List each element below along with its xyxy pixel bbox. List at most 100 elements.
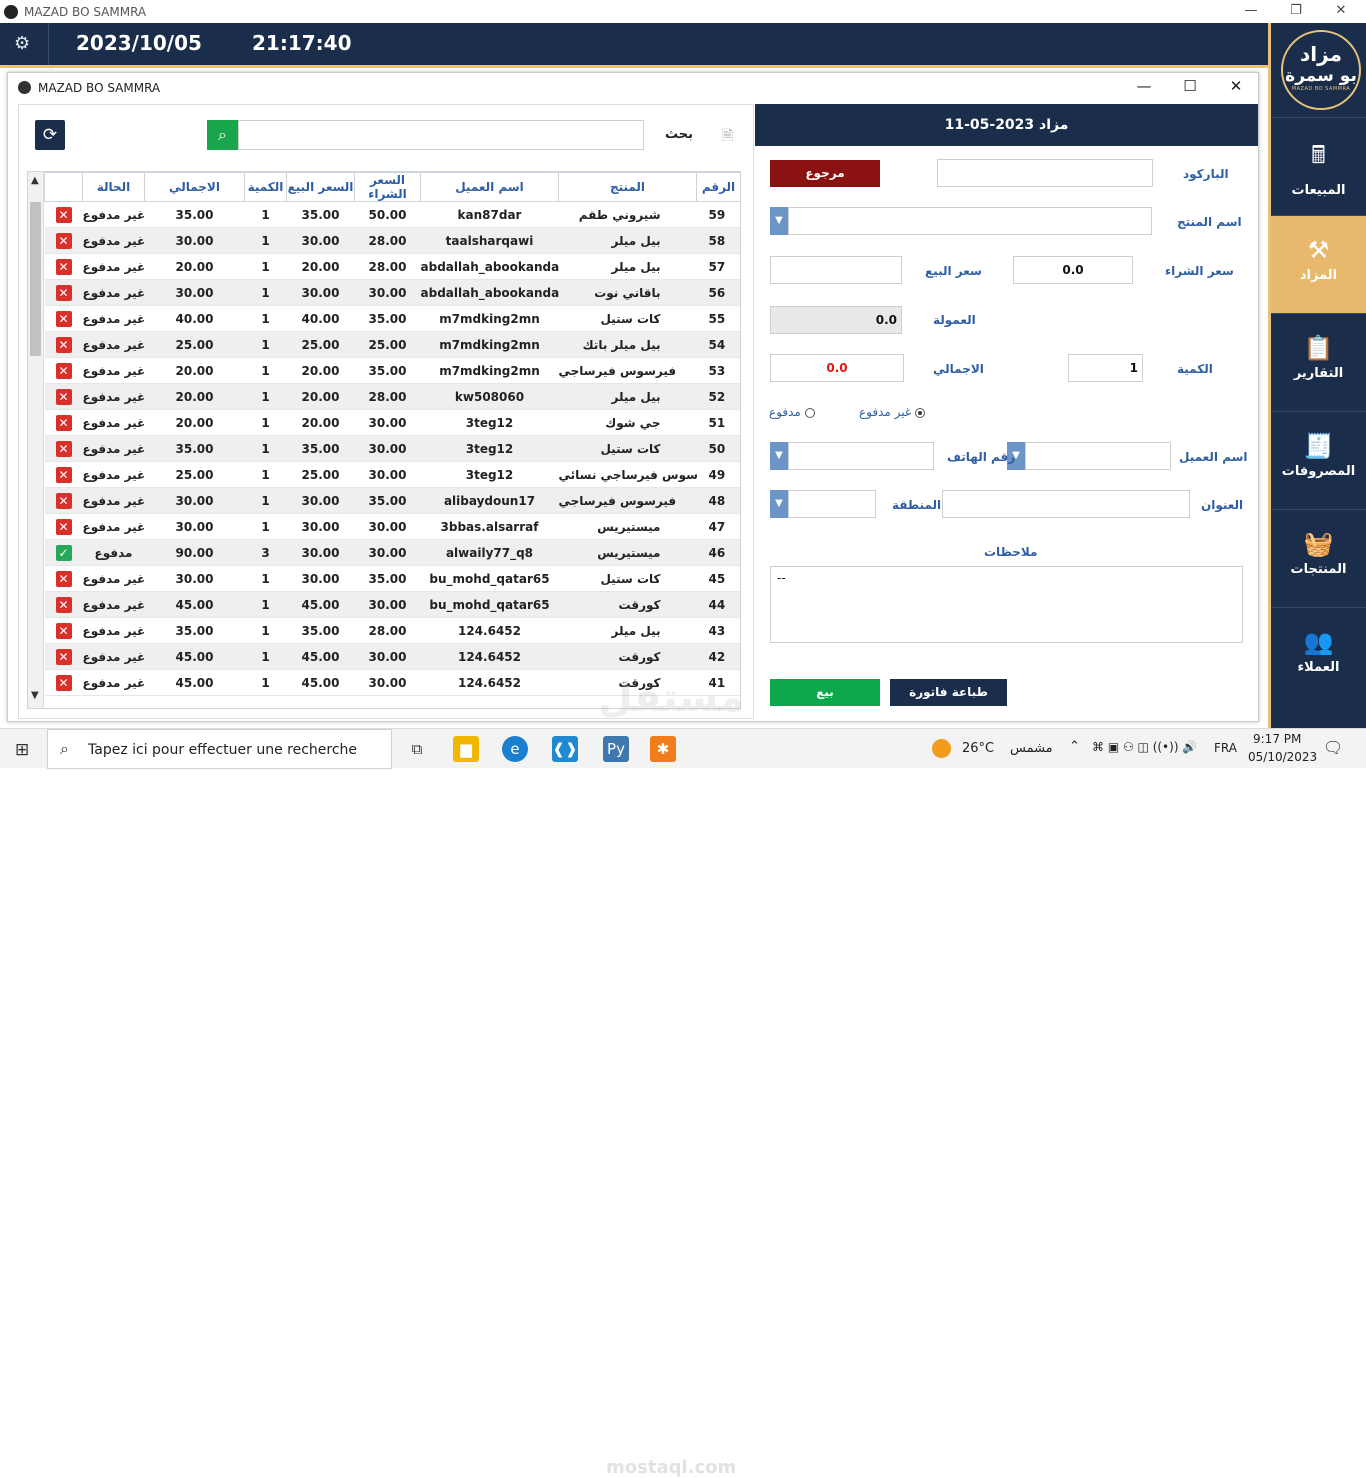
show-hidden-icons-chevron-icon[interactable]: ⌃ bbox=[1069, 739, 1080, 754]
column-header-customer[interactable]: اسم العميل bbox=[420, 172, 559, 202]
nav-item-0[interactable]: 🖩 المبيعات bbox=[1271, 117, 1366, 215]
return-button[interactable]: مرجوع bbox=[770, 160, 880, 187]
dialog-close-icon[interactable]: ✕ bbox=[1214, 77, 1258, 95]
table-scrollbar[interactable]: ▲ ▼ bbox=[28, 172, 44, 708]
column-header-number[interactable]: الرقم bbox=[696, 172, 740, 202]
unpaid-x-icon[interactable]: ✕ bbox=[55, 388, 72, 405]
column-header-sell-price[interactable]: السعر البيع bbox=[286, 172, 355, 202]
dialog-maximize-icon[interactable]: ☐ bbox=[1168, 77, 1212, 95]
table-row[interactable]: ✕ غير مدفوع 30.00 1 30.00 35.00 bu_mohd_qatar6… bbox=[44, 565, 740, 592]
phone-select[interactable] bbox=[788, 442, 934, 470]
column-header-product[interactable]: المنتج bbox=[558, 172, 697, 202]
product-select[interactable] bbox=[788, 207, 1152, 235]
unpaid-x-icon[interactable]: ✕ bbox=[55, 674, 72, 691]
unpaid-x-icon[interactable]: ✕ bbox=[55, 648, 72, 665]
search-button[interactable]: ⌕ bbox=[207, 120, 238, 150]
taskbar-search[interactable]: ⌕ Tapez ici pour effectuer une recherche bbox=[47, 729, 392, 769]
restore-icon[interactable]: ❐ bbox=[1273, 0, 1319, 23]
paid-check-icon[interactable]: ✓ bbox=[55, 544, 72, 561]
unpaid-x-icon[interactable]: ✕ bbox=[55, 258, 72, 275]
language-indicator[interactable]: FRA bbox=[1214, 741, 1237, 755]
table-row[interactable]: ✕ غير مدفوع 45.00 1 45.00 30.00 bu_mohd_qatar6… bbox=[44, 591, 740, 618]
column-header-qty[interactable]: الكمية bbox=[244, 172, 287, 202]
scroll-up-icon[interactable]: ▲ bbox=[31, 175, 39, 186]
search-input[interactable] bbox=[238, 120, 644, 150]
sell-button[interactable]: بيع bbox=[770, 679, 880, 706]
weather-temp[interactable]: 26°C bbox=[962, 741, 994, 756]
nav-item-2[interactable]: 📋 التقارير bbox=[1271, 313, 1366, 411]
table-row[interactable]: ✕ غير مدفوع 30.00 1 30.00 30.00 abdallah_abook… bbox=[44, 279, 740, 306]
unpaid-x-icon[interactable]: ✕ bbox=[55, 362, 72, 379]
clock-date[interactable]: 05/10/2023 bbox=[1248, 750, 1317, 764]
unpaid-x-icon[interactable]: ✕ bbox=[55, 310, 72, 327]
nav-item-5[interactable]: 👥 العملاء bbox=[1271, 607, 1366, 705]
table-row[interactable]: ✕ غير مدفوع 40.00 1 40.00 35.00 m7mdking2mn كات… bbox=[44, 305, 740, 332]
nav-item-4[interactable]: 🧺 المنتجات bbox=[1271, 509, 1366, 607]
unpaid-x-icon[interactable]: ✕ bbox=[55, 492, 72, 509]
buy-price-input[interactable] bbox=[1013, 256, 1133, 284]
unpaid-x-icon[interactable]: ✕ bbox=[55, 284, 72, 301]
unpaid-x-icon[interactable]: ✕ bbox=[55, 518, 72, 535]
qty-input[interactable] bbox=[1068, 354, 1143, 382]
scroll-thumb[interactable] bbox=[30, 202, 41, 356]
table-row[interactable]: ✕ غير مدفوع 25.00 1 25.00 25.00 m7mdking2mn بيل… bbox=[44, 331, 740, 358]
notes-textarea[interactable]: -- bbox=[770, 566, 1243, 643]
address-input[interactable] bbox=[942, 490, 1190, 518]
table-row[interactable]: ✕ غير مدفوع 20.00 1 20.00 28.00 abdallah_abook… bbox=[44, 253, 740, 280]
radio-paid-dot[interactable] bbox=[804, 407, 815, 418]
close-icon[interactable]: ✕ bbox=[1318, 0, 1364, 23]
column-header-total[interactable]: الاجمالي bbox=[144, 172, 245, 202]
unpaid-x-icon[interactable]: ✕ bbox=[55, 232, 72, 249]
table-row[interactable]: ✕ غير مدفوع 20.00 1 20.00 28.00 kw508060 بيل مي… bbox=[44, 383, 740, 410]
unpaid-x-icon[interactable]: ✕ bbox=[55, 440, 72, 457]
python-icon[interactable]: Py bbox=[603, 736, 629, 762]
region-dropdown-arrow[interactable]: ▼ bbox=[770, 490, 788, 518]
sell-price-input[interactable] bbox=[770, 256, 902, 284]
table-row[interactable]: ✕ غير مدفوع 35.00 1 35.00 30.00 3teg12 كات ستيل… bbox=[44, 435, 740, 462]
table-row[interactable]: ✕ غير مدفوع 30.00 1 30.00 35.00 alibaydoun17 في… bbox=[44, 487, 740, 514]
vscode-icon[interactable]: ❰❱ bbox=[552, 736, 578, 762]
table-row[interactable]: ✓ مدفوع 90.00 3 30.00 30.00 alwaily77_q8 ميستير… bbox=[44, 539, 740, 566]
nav-item-3[interactable]: 🧾 المصروفات bbox=[1271, 411, 1366, 509]
unpaid-x-icon[interactable]: ✕ bbox=[55, 570, 72, 587]
table-row[interactable]: ✕غير مدفوع25.00125.0030.003teg12فيرسوس ف… bbox=[44, 461, 740, 488]
clock-time[interactable]: 9:17 PM bbox=[1253, 732, 1301, 746]
table-row[interactable]: ✕ غير مدفوع 20.00 1 20.00 35.00 m7mdking2mn فير… bbox=[44, 357, 740, 384]
minimize-icon[interactable]: — bbox=[1228, 0, 1274, 23]
product-dropdown-arrow[interactable]: ▼ bbox=[770, 207, 788, 235]
unpaid-x-icon[interactable]: ✕ bbox=[55, 206, 72, 223]
print-invoice-button[interactable]: طباعة فاتورة bbox=[890, 679, 1007, 706]
dialog-minimize-icon[interactable]: — bbox=[1122, 77, 1166, 95]
nav-item-1[interactable]: ⚒ المزاد bbox=[1271, 215, 1366, 313]
region-select[interactable] bbox=[788, 490, 876, 518]
refresh-button[interactable]: ⟳ bbox=[35, 120, 65, 150]
table-row[interactable]: ✕ غير مدفوع 35.00 1 35.00 50.00 kan87dar شيروني… bbox=[44, 201, 740, 228]
phone-dropdown-arrow[interactable]: ▼ bbox=[770, 442, 788, 470]
notification-icon[interactable]: 🗨 bbox=[1323, 738, 1343, 757]
column-header-status[interactable]: الحالة bbox=[82, 172, 145, 202]
unpaid-x-icon[interactable]: ✕ bbox=[55, 336, 72, 353]
table-row[interactable]: ✕ غير مدفوع 30.00 1 30.00 28.00 taalsharqawi بي… bbox=[44, 227, 740, 254]
scroll-down-icon[interactable]: ▼ bbox=[31, 690, 39, 701]
unpaid-x-icon[interactable]: ✕ bbox=[55, 596, 72, 613]
tray-app-icons[interactable]: ⌘ ▣ ⚇ ◫ ((•)) 🔊 bbox=[1092, 740, 1197, 754]
radio-unpaid[interactable]: غير مدفوع bbox=[859, 405, 926, 419]
radio-paid[interactable]: مدفوع bbox=[769, 405, 815, 419]
customer-select[interactable] bbox=[1025, 442, 1171, 470]
table-row[interactable]: ✕ غير مدفوع 30.00 1 30.00 30.00 3bbas.alsarraf… bbox=[44, 513, 740, 540]
file-explorer-icon[interactable]: ▆ bbox=[453, 736, 479, 762]
gear-icon[interactable]: ⚙ bbox=[14, 33, 30, 54]
table-row[interactable]: ✕ غير مدفوع 45.00 1 45.00 30.00 124.6452 كورقت 4… bbox=[44, 643, 740, 670]
weather-text[interactable]: مشمس bbox=[1010, 741, 1053, 756]
barcode-input[interactable] bbox=[937, 159, 1153, 187]
table-row[interactable]: ✕ غير مدفوع 35.00 1 35.00 28.00 124.6452 بيل مي… bbox=[44, 617, 740, 644]
column-header-buy-price[interactable]: السعر الشراء bbox=[354, 172, 421, 202]
windows-start-icon[interactable]: ⊞ bbox=[15, 740, 29, 760]
radio-unpaid-dot[interactable] bbox=[915, 407, 926, 418]
unpaid-x-icon[interactable]: ✕ bbox=[55, 622, 72, 639]
table-row[interactable]: ✕ غير مدفوع 20.00 1 20.00 30.00 3teg12 جي شوك 51 bbox=[44, 409, 740, 436]
task-view-icon[interactable]: ⧉ bbox=[404, 736, 430, 762]
unpaid-x-icon[interactable]: ✕ bbox=[55, 466, 72, 483]
weather-icon[interactable] bbox=[932, 739, 951, 758]
unpaid-x-icon[interactable]: ✕ bbox=[55, 414, 72, 431]
